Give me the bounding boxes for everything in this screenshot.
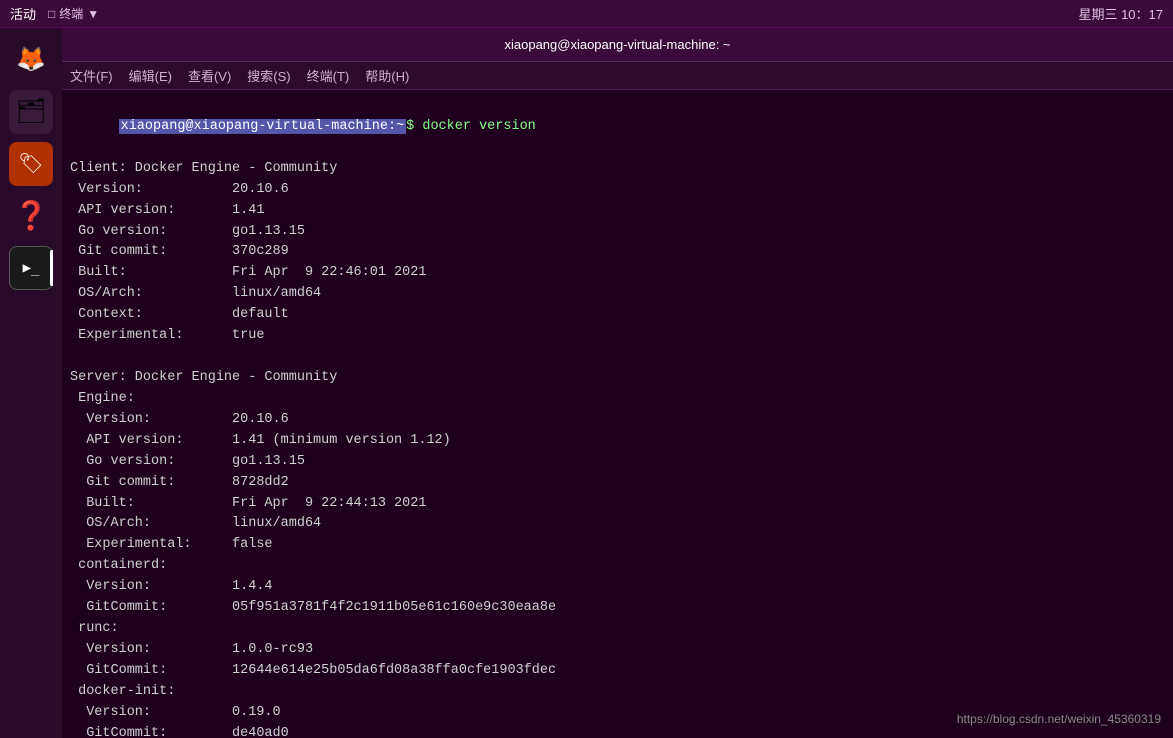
menu-item-terminal[interactable]: 终端(T) xyxy=(307,66,350,85)
terminal-titlebar: xiaopang@xiaopang-virtual-machine: ~ xyxy=(62,28,1173,62)
output-line-10: Server: Docker Engine - Community xyxy=(70,368,1165,389)
terminal-taskbar-item[interactable]: □ 终端 ▼ xyxy=(48,5,99,22)
output-line-15: Git commit: 8728dd2 xyxy=(70,473,1165,494)
menu-item-edit[interactable]: 编辑(E) xyxy=(129,66,172,85)
sidebar-item-help[interactable]: ❓ xyxy=(9,194,53,238)
menu-item-file[interactable]: 文件(F) xyxy=(70,66,113,85)
software-icon: 🏷 xyxy=(18,151,43,177)
output-line-3: Go version: go1.13.15 xyxy=(70,222,1165,243)
help-icon: ❓ xyxy=(14,199,49,234)
output-line-23: Version: 1.0.0-rc93 xyxy=(70,640,1165,661)
output-line-16: Built: Fri Apr 9 22:44:13 2021 xyxy=(70,494,1165,515)
output-line-21: GitCommit: 05f951a3781f4f2c1911b05e61c16… xyxy=(70,598,1165,619)
terminal-taskbar-icon: □ xyxy=(48,7,55,21)
terminal-title: xiaopang@xiaopang-virtual-machine: ~ xyxy=(504,37,730,52)
output-line-12: Version: 20.10.6 xyxy=(70,410,1165,431)
terminal-taskbar-dropdown[interactable]: ▼ xyxy=(87,7,99,21)
command-line: xiaopang@xiaopang-virtual-machine:~$ doc… xyxy=(70,96,1165,159)
terminal-menubar: 文件(F) 编辑(E) 查看(V) 搜索(S) 终端(T) 帮助(H) xyxy=(62,62,1173,90)
output-line-6: OS/Arch: linux/amd64 xyxy=(70,284,1165,305)
output-line-24: GitCommit: 12644e614e25b05da6fd08a38ffa0… xyxy=(70,661,1165,682)
sidebar-item-terminal[interactable]: ▶_ xyxy=(9,246,53,290)
output-line-7: Context: default xyxy=(70,305,1165,326)
terminal-content[interactable]: xiaopang@xiaopang-virtual-machine:~$ doc… xyxy=(62,90,1173,738)
output-line-1: Version: 20.10.6 xyxy=(70,180,1165,201)
output-line-5: Built: Fri Apr 9 22:46:01 2021 xyxy=(70,263,1165,284)
output-line-11: Engine: xyxy=(70,389,1165,410)
terminal-window: xiaopang@xiaopang-virtual-machine: ~ 文件(… xyxy=(62,28,1173,738)
watermark: https://blog.csdn.net/weixin_45360319 xyxy=(957,712,1161,726)
output-line-0: Client: Docker Engine - Community xyxy=(70,159,1165,180)
system-bar-left: 活动 □ 终端 ▼ xyxy=(10,4,99,23)
output-line-9 xyxy=(70,347,1165,368)
output-line-8: Experimental: true xyxy=(70,326,1165,347)
menu-item-view[interactable]: 查看(V) xyxy=(188,66,231,85)
prompt-highlight: xiaopang@xiaopang-virtual-machine:~ xyxy=(119,119,407,134)
output-line-25: docker-init: xyxy=(70,682,1165,703)
output-line-17: OS/Arch: linux/amd64 xyxy=(70,514,1165,535)
system-datetime: 星期三 10：17 xyxy=(1078,4,1163,23)
sidebar-item-files[interactable]: 🗂 xyxy=(9,90,53,134)
output-line-13: API version: 1.41 (minimum version 1.12) xyxy=(70,431,1165,452)
prompt-dollar: $ docker version xyxy=(406,119,536,134)
sidebar-item-software[interactable]: 🏷 xyxy=(9,142,53,186)
output-line-2: API version: 1.41 xyxy=(70,201,1165,222)
output-line-14: Go version: go1.13.15 xyxy=(70,452,1165,473)
files-icon: 🗂 xyxy=(16,97,46,127)
menu-item-help[interactable]: 帮助(H) xyxy=(365,66,409,85)
output-line-20: Version: 1.4.4 xyxy=(70,577,1165,598)
sidebar-active-indicator xyxy=(50,250,53,286)
output-line-22: runc: xyxy=(70,619,1165,640)
menu-item-search[interactable]: 搜索(S) xyxy=(247,66,290,85)
sidebar-item-firefox[interactable]: 🦊 xyxy=(9,38,53,82)
sidebar: 🦊 🗂 🏷 ❓ ▶_ xyxy=(0,28,62,738)
output-line-4: Git commit: 370c289 xyxy=(70,242,1165,263)
activities-button[interactable]: 活动 xyxy=(10,4,36,23)
output-line-19: containerd: xyxy=(70,556,1165,577)
terminal-sidebar-icon: ▶_ xyxy=(23,260,40,276)
sidebar-item-terminal-wrapper: ▶_ xyxy=(9,246,53,290)
terminal-taskbar-label: 终端 xyxy=(59,5,83,22)
output-line-18: Experimental: false xyxy=(70,535,1165,556)
system-bar: 活动 □ 终端 ▼ 星期三 10：17 xyxy=(0,0,1173,28)
firefox-icon: 🦊 xyxy=(16,45,46,75)
